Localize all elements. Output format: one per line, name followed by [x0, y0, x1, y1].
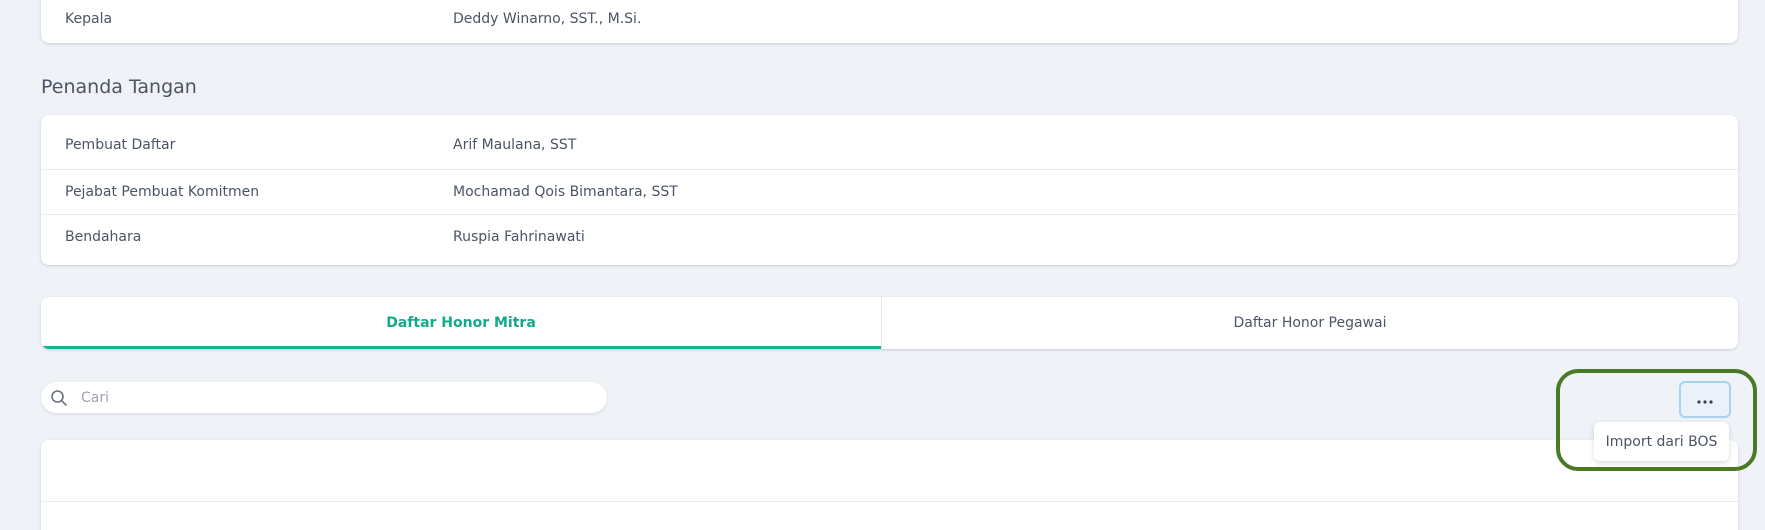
- info-label: Kepala: [65, 10, 113, 27]
- signatory-value: Arif Maulana, SST: [453, 137, 577, 153]
- more-actions-button[interactable]: [1679, 381, 1731, 418]
- tab-daftar-honor-mitra[interactable]: Daftar Honor Mitra: [41, 297, 881, 349]
- signatory-row: Bendahara Ruspia Fahrinawati: [41, 214, 1738, 259]
- info-row-kepala: Kepala Deddy Winarno, SST., M.Si.: [41, 0, 1738, 43]
- info-value: Deddy Winarno, SST., M.Si.: [453, 10, 642, 27]
- more-horizontal-icon: [1696, 390, 1714, 409]
- menu-item-import-dari-bos[interactable]: Import dari BOS: [1606, 434, 1718, 450]
- section-title-signatories: Penanda Tangan: [41, 76, 197, 98]
- tab-daftar-honor-pegawai[interactable]: Daftar Honor Pegawai: [881, 297, 1738, 349]
- search-icon: [49, 388, 69, 408]
- unit-info-card: Kepala Deddy Winarno, SST., M.Si.: [41, 0, 1738, 43]
- honor-tabs: Daftar Honor Mitra Daftar Honor Pegawai: [41, 297, 1738, 349]
- signatory-label: Bendahara: [65, 229, 142, 245]
- page: Kepala Deddy Winarno, SST., M.Si. Penand…: [0, 0, 1765, 530]
- honor-table-card: [41, 440, 1738, 530]
- signatory-row: Pejabat Pembuat Komitmen Mochamad Qois B…: [41, 169, 1738, 214]
- search-input[interactable]: [81, 389, 581, 406]
- signatory-value: Ruspia Fahrinawati: [453, 229, 585, 245]
- signatory-row: Pembuat Daftar Arif Maulana, SST: [41, 115, 1738, 169]
- signatory-label: Pejabat Pembuat Komitmen: [65, 184, 260, 200]
- actions-dropdown-menu: Import dari BOS: [1594, 422, 1729, 461]
- search-bar: [41, 382, 607, 413]
- signatory-label: Pembuat Daftar: [65, 137, 176, 153]
- signatories-card: Pembuat Daftar Arif Maulana, SST Pejabat…: [41, 115, 1738, 265]
- signatory-value: Mochamad Qois Bimantara, SST: [453, 184, 678, 200]
- table-header: [41, 440, 1738, 502]
